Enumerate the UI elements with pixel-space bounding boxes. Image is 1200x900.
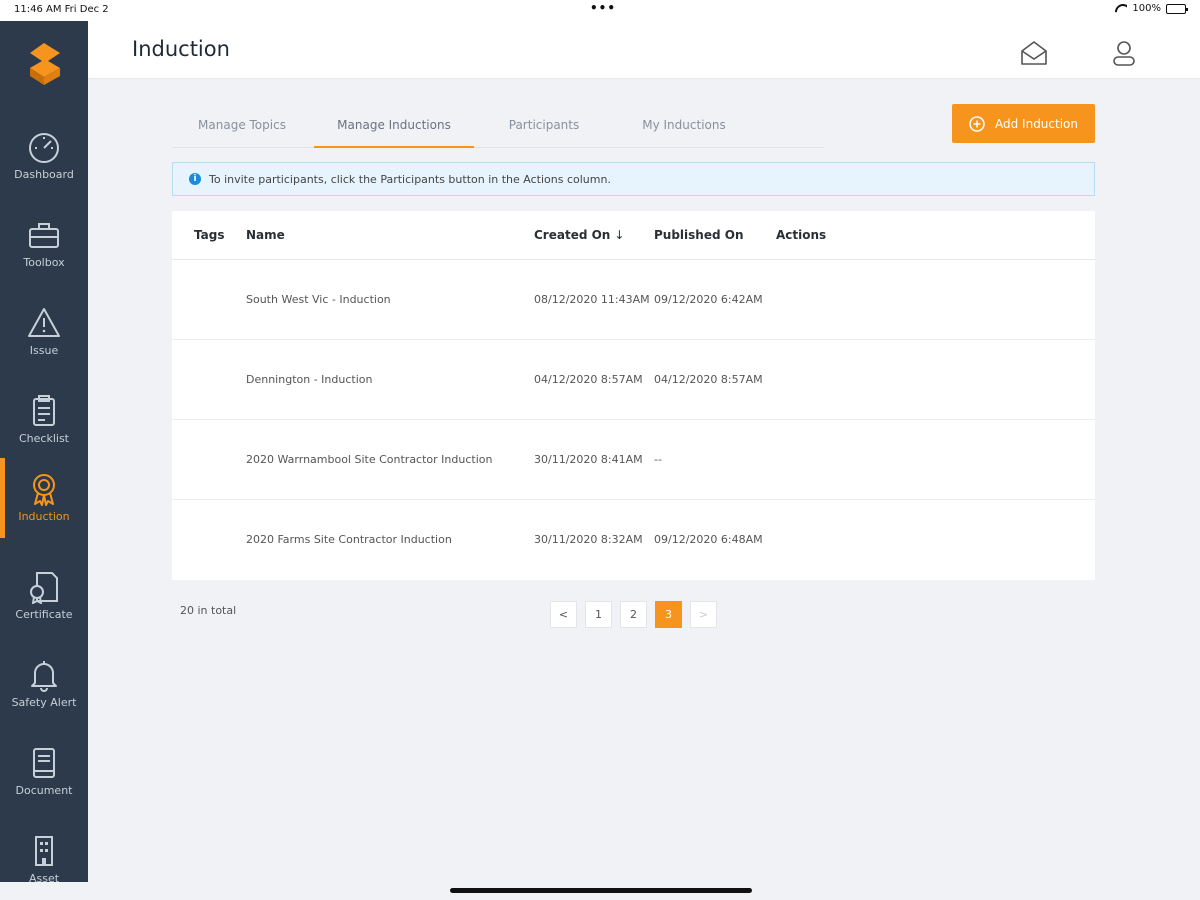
column-header-tags: Tags bbox=[194, 228, 225, 242]
sidebar-item-certificate[interactable]: Certificate bbox=[0, 556, 88, 644]
next-page-button[interactable]: > bbox=[690, 601, 717, 628]
info-text: To invite participants, click the Partic… bbox=[209, 172, 611, 186]
cell-created-on: 30/11/2020 8:32AM bbox=[534, 533, 643, 546]
sidebar-item-label: Certificate bbox=[15, 608, 73, 621]
app-logo-icon[interactable] bbox=[24, 41, 64, 87]
table-row[interactable]: Dennington - Induction 04/12/2020 8:57AM… bbox=[172, 340, 1095, 420]
warning-icon bbox=[28, 308, 60, 337]
bell-icon bbox=[31, 661, 57, 692]
column-header-name: Name bbox=[246, 228, 285, 242]
tab-manage-inductions[interactable]: Manage Inductions bbox=[314, 104, 474, 148]
clipboard-icon bbox=[33, 395, 55, 426]
page-button-3[interactable]: 3 bbox=[655, 601, 682, 628]
table-row[interactable]: 2020 Warrnambool Site Contractor Inducti… bbox=[172, 420, 1095, 500]
gauge-icon bbox=[29, 133, 59, 163]
wifi-icon bbox=[1115, 4, 1127, 13]
page-button-2[interactable]: 2 bbox=[620, 601, 647, 628]
column-header-actions: Actions bbox=[776, 228, 827, 242]
user-icon[interactable] bbox=[1110, 39, 1138, 67]
book-icon bbox=[33, 748, 55, 778]
sidebar-item-label: Issue bbox=[29, 344, 59, 357]
cell-published-on: 09/12/2020 6:48AM bbox=[654, 533, 763, 546]
add-induction-label: Add Induction bbox=[995, 116, 1078, 131]
sidebar-item-label: Induction bbox=[18, 510, 70, 523]
sidebar-item-label: Document bbox=[15, 784, 73, 797]
battery-icon bbox=[1166, 3, 1188, 14]
cell-published-on: -- bbox=[654, 453, 662, 466]
tab-manage-topics[interactable]: Manage Topics bbox=[172, 104, 312, 148]
status-right: 100% bbox=[1115, 3, 1188, 14]
sidebar-item-label: Dashboard bbox=[14, 168, 74, 181]
page-title: Induction bbox=[132, 37, 230, 61]
add-induction-button[interactable]: Add Induction bbox=[952, 104, 1095, 143]
status-time: 11:46 AM Fri Dec 2 bbox=[14, 4, 109, 15]
info-banner: i To invite participants, click the Part… bbox=[172, 162, 1095, 196]
sidebar: Dashboard Toolbox Issue Checklist Induct… bbox=[0, 21, 88, 885]
table-row[interactable]: South West Vic - Induction 08/12/2020 11… bbox=[172, 260, 1095, 340]
pagination: < 1 2 3 > bbox=[550, 601, 717, 628]
info-icon: i bbox=[189, 173, 201, 185]
cell-name: South West Vic - Induction bbox=[246, 293, 391, 306]
cell-created-on: 30/11/2020 8:41AM bbox=[534, 453, 643, 466]
sidebar-item-label: Safety Alert bbox=[11, 696, 77, 709]
sidebar-item-label: Checklist bbox=[19, 432, 69, 445]
prev-page-button[interactable]: < bbox=[550, 601, 577, 628]
plus-circle-icon bbox=[969, 115, 985, 132]
certificate-icon bbox=[30, 572, 58, 604]
status-bar: 11:46 AM Fri Dec 2 ••• 100% bbox=[0, 0, 1200, 21]
sidebar-item-dashboard[interactable]: Dashboard bbox=[0, 116, 88, 204]
multitasking-dots[interactable]: ••• bbox=[590, 1, 616, 15]
mail-open-icon[interactable] bbox=[1020, 39, 1048, 67]
page-button-1[interactable]: 1 bbox=[585, 601, 612, 628]
sidebar-item-checklist[interactable]: Checklist bbox=[0, 380, 88, 468]
cell-published-on: 09/12/2020 6:42AM bbox=[654, 293, 763, 306]
sidebar-item-document[interactable]: Document bbox=[0, 732, 88, 820]
column-header-published-on: Published On bbox=[654, 228, 744, 242]
sidebar-item-toolbox[interactable]: Toolbox bbox=[0, 204, 88, 292]
column-header-created-label: Created On bbox=[534, 228, 611, 242]
building-icon bbox=[35, 836, 53, 866]
tab-bar: Manage Topics Manage Inductions Particip… bbox=[172, 104, 824, 148]
battery-percent: 100% bbox=[1132, 3, 1161, 14]
cell-name: 2020 Farms Site Contractor Induction bbox=[246, 533, 452, 546]
tab-my-inductions[interactable]: My Inductions bbox=[614, 104, 754, 148]
sidebar-item-issue[interactable]: Issue bbox=[0, 292, 88, 380]
sidebar-item-label: Toolbox bbox=[23, 256, 65, 269]
cell-name: 2020 Warrnambool Site Contractor Inducti… bbox=[246, 453, 493, 466]
table-header: Tags Name Created On ↓ Published On Actio… bbox=[172, 211, 1095, 260]
sidebar-item-induction[interactable]: Induction bbox=[0, 458, 88, 546]
inductions-table: Tags Name Created On ↓ Published On Actio… bbox=[172, 211, 1095, 580]
cell-published-on: 04/12/2020 8:57AM bbox=[654, 373, 763, 386]
table-row[interactable]: 2020 Farms Site Contractor Induction 30/… bbox=[172, 500, 1095, 580]
tab-participants[interactable]: Participants bbox=[474, 104, 614, 148]
award-icon bbox=[33, 474, 55, 506]
sidebar-item-safety-alert[interactable]: Safety Alert bbox=[0, 644, 88, 732]
page-header: Induction bbox=[88, 21, 1200, 79]
total-count: 20 in total bbox=[180, 604, 237, 617]
cell-created-on: 08/12/2020 11:43AM bbox=[534, 293, 650, 306]
sort-down-icon[interactable]: ↓ bbox=[614, 228, 624, 242]
toolbox-icon bbox=[29, 223, 59, 248]
home-indicator[interactable] bbox=[450, 888, 752, 893]
cell-name: Dennington - Induction bbox=[246, 373, 373, 386]
cell-created-on: 04/12/2020 8:57AM bbox=[534, 373, 643, 386]
column-header-created-on[interactable]: Created On ↓ bbox=[534, 228, 624, 242]
